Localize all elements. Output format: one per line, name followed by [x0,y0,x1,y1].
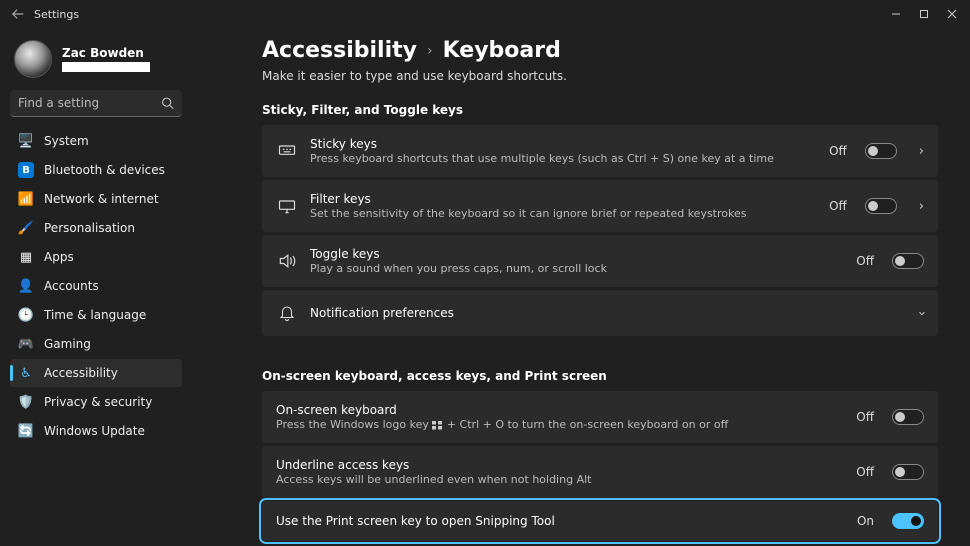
setting-underline-access-keys[interactable]: Underline access keys Access keys will b… [262,446,938,498]
search-input[interactable] [10,90,182,117]
setting-notification-preferences[interactable]: Notification preferences › [262,290,938,336]
back-button[interactable] [4,0,32,28]
close-button[interactable] [938,0,966,28]
toggle-state-label: On [857,514,874,528]
profile-email [62,62,150,72]
minimize-button[interactable] [882,0,910,28]
setting-title: Notification preferences [310,306,897,320]
sidebar-item-gaming[interactable]: 🎮 Gaming [10,330,182,358]
bluetooth-icon: B [18,162,34,178]
keyboard-filter-icon [276,195,298,217]
setting-title: Sticky keys [310,137,817,151]
breadcrumb-parent[interactable]: Accessibility [262,38,417,63]
sidebar-item-accounts[interactable]: 👤 Accounts [10,272,182,300]
underline-toggle[interactable] [892,464,924,480]
setting-title: Filter keys [310,192,817,206]
setting-on-screen-keyboard[interactable]: On-screen keyboard Press the Windows log… [262,391,938,443]
setting-desc: Press keyboard shortcuts that use multip… [310,152,817,165]
setting-title: On-screen keyboard [276,403,844,417]
profile-block[interactable]: Zac Bowden [10,36,190,90]
sidebar-item-label: Accessibility [44,366,118,380]
bell-icon [276,302,298,324]
sidebar-item-bluetooth[interactable]: B Bluetooth & devices [10,156,182,184]
wifi-icon: 📶 [18,191,34,207]
sidebar-item-label: Network & internet [44,192,159,206]
sidebar-item-label: Accounts [44,279,99,293]
maximize-button[interactable] [910,0,938,28]
windows-logo-icon [432,421,443,430]
setting-title: Use the Print screen key to open Snippin… [276,514,845,528]
clock-icon: 🕒 [18,307,34,323]
sidebar-item-label: Privacy & security [44,395,152,409]
toggle-state-label: Off [856,410,874,424]
sidebar-item-time[interactable]: 🕒 Time & language [10,301,182,329]
setting-toggle-keys[interactable]: Toggle keys Play a sound when you press … [262,235,938,287]
person-icon: 👤 [18,278,34,294]
sticky-keys-toggle[interactable] [865,143,897,159]
setting-title: Toggle keys [310,247,844,261]
section-header-osk: On-screen keyboard, access keys, and Pri… [262,369,938,383]
page-subtitle: Make it easier to type and use keyboard … [262,69,938,83]
sidebar-item-label: System [44,134,89,148]
osk-toggle[interactable] [892,409,924,425]
avatar [14,40,52,78]
toggle-keys-toggle[interactable] [892,253,924,269]
keyboard-hand-icon [276,140,298,162]
display-icon: 🖥️ [18,133,34,149]
sidebar-item-system[interactable]: 🖥️ System [10,127,182,155]
update-icon: 🔄 [18,423,34,439]
setting-filter-keys[interactable]: Filter keys Set the sensitivity of the k… [262,180,938,232]
print-screen-toggle[interactable] [892,513,924,529]
toggle-state-label: Off [856,254,874,268]
setting-sticky-keys[interactable]: Sticky keys Press keyboard shortcuts tha… [262,125,938,177]
chevron-right-icon[interactable]: › [919,199,924,214]
setting-print-screen[interactable]: Use the Print screen key to open Snippin… [262,501,938,541]
toggle-state-label: Off [829,199,847,213]
search-icon [161,94,174,113]
setting-desc: Access keys will be underlined even when… [276,473,844,486]
setting-desc: Play a sound when you press caps, num, o… [310,262,844,275]
sidebar-item-label: Bluetooth & devices [44,163,165,177]
sidebar-item-privacy[interactable]: 🛡️ Privacy & security [10,388,182,416]
sidebar-item-label: Gaming [44,337,91,351]
sound-icon [276,250,298,272]
chevron-down-icon[interactable]: › [914,310,929,315]
breadcrumb: Accessibility › Keyboard [262,38,938,63]
filter-keys-toggle[interactable] [865,198,897,214]
setting-desc: Press the Windows logo key + Ctrl + O to… [276,418,844,431]
shield-icon: 🛡️ [18,394,34,410]
section-header-sticky: Sticky, Filter, and Toggle keys [262,103,938,117]
sidebar-item-personalisation[interactable]: 🖌️ Personalisation [10,214,182,242]
gamepad-icon: 🎮 [18,336,34,352]
sidebar-nav: 🖥️ System B Bluetooth & devices 📶 Network &… [10,127,182,445]
sidebar-item-label: Personalisation [44,221,135,235]
page-title: Keyboard [443,38,561,63]
apps-icon: ▦ [18,249,34,265]
toggle-state-label: Off [829,144,847,158]
setting-title: Underline access keys [276,458,844,472]
profile-name: Zac Bowden [62,46,150,60]
sidebar-item-update[interactable]: 🔄 Windows Update [10,417,182,445]
brush-icon: 🖌️ [18,220,34,236]
sidebar-item-accessibility[interactable]: ♿ Accessibility [10,359,182,387]
sidebar-item-network[interactable]: 📶 Network & internet [10,185,182,213]
sidebar-item-apps[interactable]: ▦ Apps [10,243,182,271]
sidebar-item-label: Windows Update [44,424,145,438]
sidebar-item-label: Apps [44,250,74,264]
sidebar-item-label: Time & language [44,308,146,322]
chevron-right-icon[interactable]: › [919,144,924,159]
setting-desc: Set the sensitivity of the keyboard so i… [310,207,817,220]
chevron-right-icon: › [427,43,433,59]
window-title: Settings [34,8,79,21]
toggle-state-label: Off [856,465,874,479]
accessibility-icon: ♿ [18,365,34,381]
